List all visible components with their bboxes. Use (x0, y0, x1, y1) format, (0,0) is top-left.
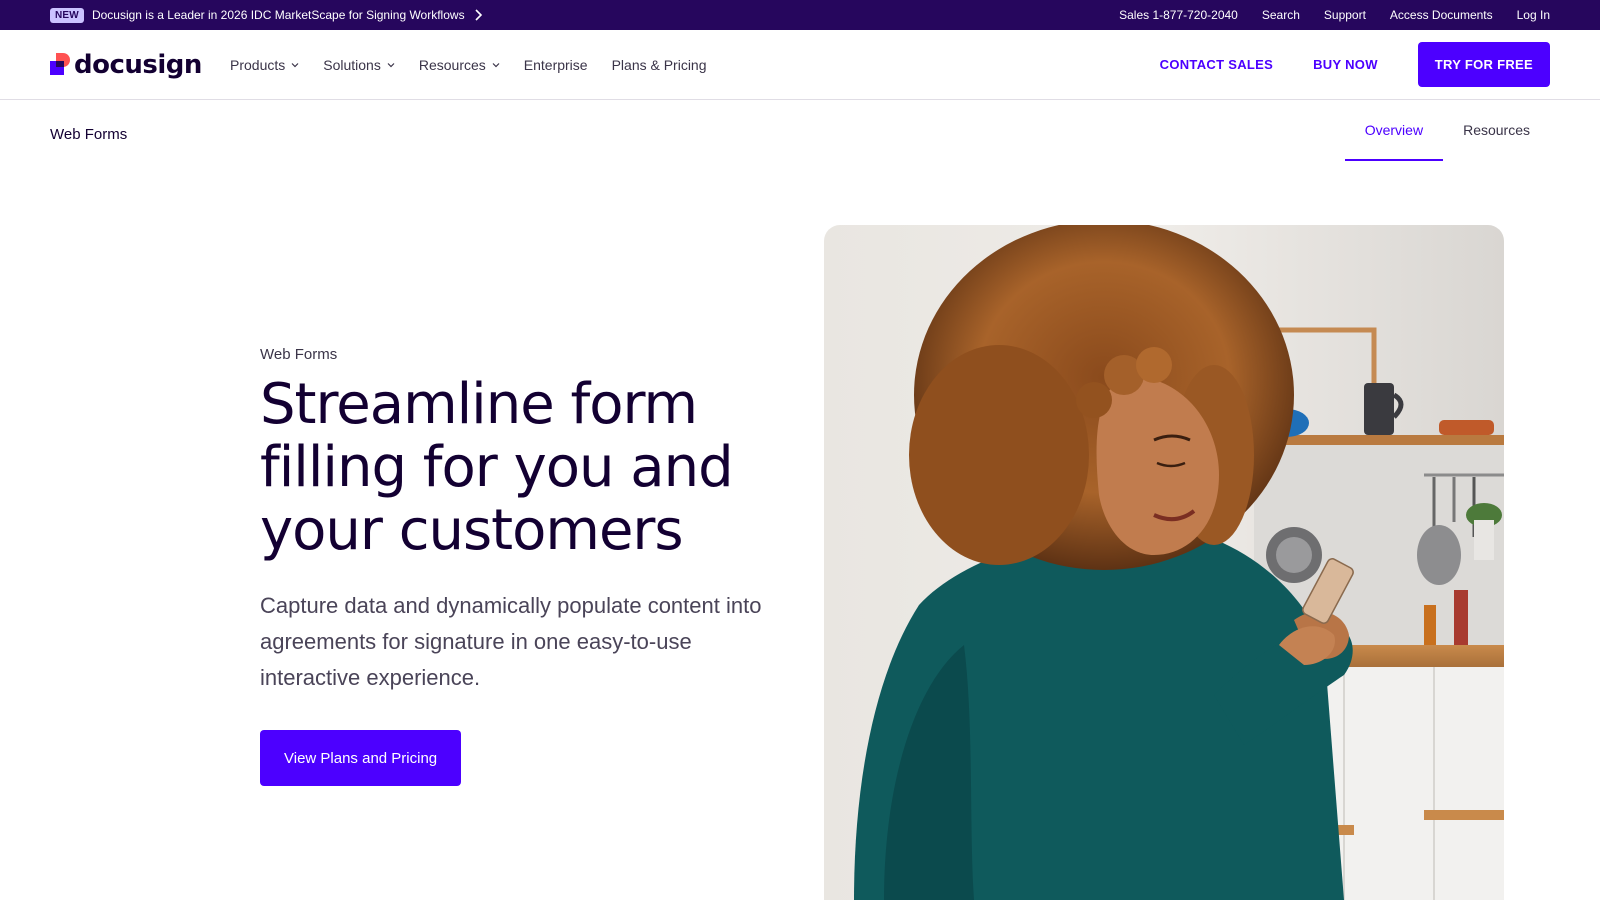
tab-resources[interactable]: Resources (1443, 100, 1550, 161)
headline-line: filling for you and (260, 435, 734, 500)
nav-item-label: Enterprise (523, 57, 588, 73)
hero-photo (824, 225, 1504, 900)
chevron-down-icon (291, 63, 299, 68)
tab-overview[interactable]: Overview (1344, 100, 1444, 161)
try-for-free-button[interactable]: TRY FOR FREE (1417, 41, 1550, 87)
hero-photo-illustration (824, 225, 1504, 900)
hero-eyebrow: Web Forms (260, 346, 338, 363)
nav-item-label: Plans & Pricing (611, 57, 707, 73)
contact-sales-button[interactable]: CONTACT SALES (1160, 57, 1273, 72)
nav-item-enterprise[interactable]: Enterprise (524, 57, 588, 73)
hero-headline: Streamline form filling for you and your… (260, 373, 780, 562)
nav-item-label: Solutions (323, 57, 381, 73)
subnav-tabs: Overview Resources (1344, 100, 1550, 162)
search-link[interactable]: Search (1262, 8, 1300, 22)
announcement-bar: NEW Docusign is a Leader in 2026 IDC Mar… (0, 0, 1600, 30)
promo-link[interactable]: NEW Docusign is a Leader in 2026 IDC Mar… (50, 0, 483, 30)
chevron-down-icon (492, 63, 500, 68)
subnav-title: Web Forms (50, 126, 128, 143)
buy-now-button[interactable]: BUY NOW (1313, 57, 1378, 72)
hero-subcopy: Capture data and dynamically populate co… (260, 593, 762, 690)
sub-navigation: Web Forms Overview Resources (0, 100, 1600, 162)
headline-line: Streamline form (260, 372, 698, 437)
main-navigation: docusign Products Solutions Resources En… (0, 30, 1600, 100)
nav-item-label: Resources (418, 57, 486, 73)
nav-item-solutions[interactable]: Solutions (323, 57, 395, 73)
logo-wordmark: docusign (74, 50, 202, 80)
nav-item-resources[interactable]: Resources (419, 57, 500, 73)
support-link[interactable]: Support (1324, 8, 1366, 22)
nav-item-plans-pricing[interactable]: Plans & Pricing (612, 57, 707, 73)
nav-actions: CONTACT SALES BUY NOW TRY FOR FREE (1160, 41, 1550, 87)
new-badge: NEW (50, 7, 84, 23)
sales-phone-link[interactable]: Sales 1-877-720-2040 (1119, 8, 1238, 22)
nav-item-label: Products (230, 57, 286, 73)
view-plans-pricing-button[interactable]: View Plans and Pricing (260, 730, 462, 786)
hero-content: Web Forms Streamline form filling for yo… (260, 346, 780, 786)
chevron-right-icon (475, 9, 482, 21)
logo-mark-icon (50, 53, 70, 77)
docusign-logo[interactable]: docusign (50, 50, 202, 80)
utility-links: Sales 1-877-720-2040 Search Support Acce… (1119, 0, 1550, 30)
primary-nav-links: Products Solutions Resources Enterprise … (230, 30, 707, 100)
login-link[interactable]: Log In (1517, 8, 1550, 22)
promo-text: Docusign is a Leader in 2026 IDC MarketS… (91, 8, 465, 22)
chevron-down-icon (387, 63, 395, 68)
nav-item-products[interactable]: Products (230, 57, 299, 73)
access-documents-link[interactable]: Access Documents (1390, 8, 1493, 22)
headline-line: your customers (260, 498, 684, 563)
